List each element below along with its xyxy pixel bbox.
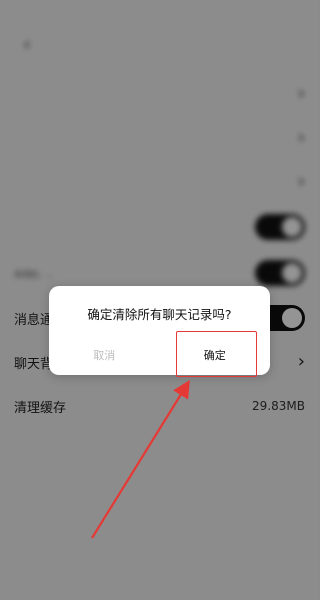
highlight-box xyxy=(176,331,257,377)
dialog-message: 确定清除所有聊天记录吗? xyxy=(87,307,232,322)
cancel-button[interactable]: 取消 xyxy=(49,335,160,375)
